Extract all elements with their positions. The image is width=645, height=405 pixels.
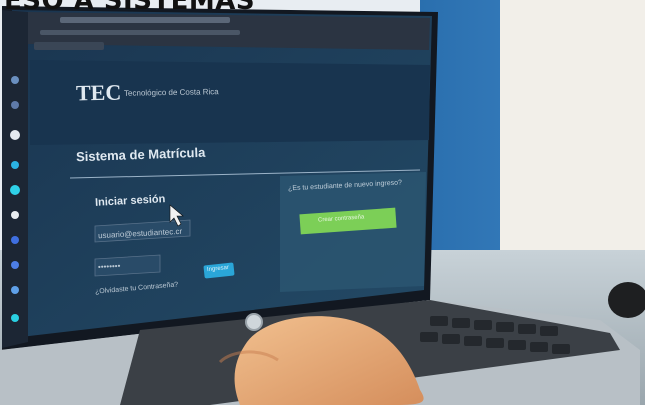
taskbar bbox=[2, 10, 28, 348]
tec-logo-subtitle: Tecnológico de Costa Rica bbox=[123, 87, 219, 98]
tec-logo: TEC bbox=[75, 79, 122, 106]
address-bar bbox=[60, 17, 230, 23]
photo-scene: ESO A SISTEMAS TEC Tecnológico de Costa … bbox=[0, 0, 645, 405]
password-input[interactable]: •••••••• bbox=[98, 261, 121, 271]
hp-logo-icon bbox=[245, 313, 263, 331]
banner-title: ESO A SISTEMAS bbox=[4, 0, 256, 16]
search-box bbox=[34, 42, 104, 50]
bookmarks-bar bbox=[40, 30, 240, 35]
white-curtain bbox=[500, 0, 645, 270]
